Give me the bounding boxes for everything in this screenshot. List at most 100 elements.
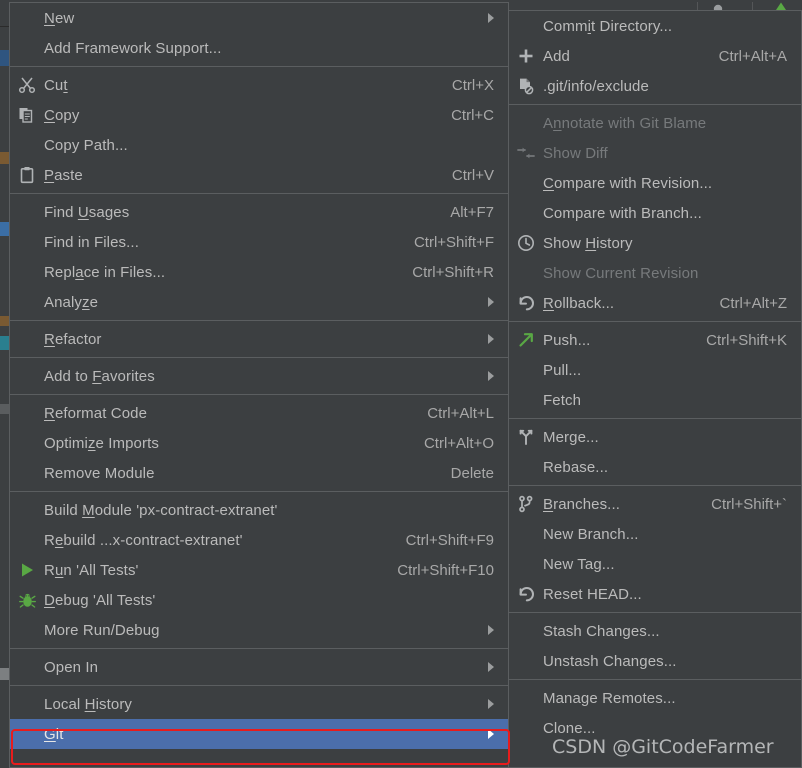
menu-item-label: Remove Module	[44, 464, 155, 482]
menu-item-label: Rebuild ...x-contract-extranet'	[44, 531, 243, 549]
icon-slot-empty	[509, 646, 543, 676]
menu-item-label: Find in Files...	[44, 233, 139, 251]
menu-item-analyze[interactable]: Analyze	[10, 287, 508, 317]
submenu-chevron-right-icon	[488, 662, 494, 672]
bg-mark	[0, 404, 9, 414]
menu-item-reformat-code[interactable]: Reformat Code Ctrl+Alt+L	[10, 398, 508, 428]
menu-item-add-framework-support[interactable]: Add Framework Support...	[10, 33, 508, 63]
menu-item-unstash-changes[interactable]: Unstash Changes...	[509, 646, 801, 676]
menu-item-commit-directory[interactable]: Commit Directory...	[509, 11, 801, 41]
icon-slot-empty	[509, 519, 543, 549]
menu-item-label: Rebase...	[543, 458, 609, 476]
menu-item-compare-with-branch[interactable]: Compare with Branch...	[509, 198, 801, 228]
menu-item-new[interactable]: New	[10, 3, 508, 33]
menu-separator	[509, 485, 801, 486]
menu-item-annotate-with-git-blame: Annotate with Git Blame	[509, 108, 801, 138]
menu-item-reset-head[interactable]: Reset HEAD...	[509, 579, 801, 609]
menu-item-find-usages[interactable]: Find Usages Alt+F7	[10, 197, 508, 227]
menu-item-open-in[interactable]: Open In	[10, 652, 508, 682]
menu-item-shortcut: Ctrl+Shift+F10	[397, 561, 494, 579]
menu-separator	[10, 685, 508, 686]
menu-item-label: Analyze	[44, 293, 99, 311]
icon-slot-empty	[10, 257, 44, 287]
icon-slot-empty	[509, 11, 543, 41]
submenu-chevron-right-icon	[488, 625, 494, 635]
clock-icon	[509, 228, 543, 258]
menu-item-pull[interactable]: Pull...	[509, 355, 801, 385]
menu-item-label: Copy	[44, 106, 80, 124]
menu-item-local-history[interactable]: Local History	[10, 689, 508, 719]
menu-item-run-all-tests[interactable]: Run 'All Tests' Ctrl+Shift+F10	[10, 555, 508, 585]
debug-bug-icon	[10, 585, 44, 615]
copy-icon	[10, 100, 44, 130]
rollback-arrow-icon	[509, 288, 543, 318]
menu-item-more-run-debug[interactable]: More Run/Debug	[10, 615, 508, 645]
menu-item-label: Replace in Files...	[44, 263, 166, 281]
menu-item-label: Commit Directory...	[543, 17, 673, 35]
menu-item-label: Clone...	[543, 719, 596, 737]
menu-item-label: Fetch	[543, 391, 582, 409]
icon-slot-empty	[509, 198, 543, 228]
menu-item-new-tag[interactable]: New Tag...	[509, 549, 801, 579]
menu-item-label: New Tag...	[543, 555, 615, 573]
menu-item-push[interactable]: Push... Ctrl+Shift+K	[509, 325, 801, 355]
menu-item-merge[interactable]: Merge...	[509, 422, 801, 452]
submenu-chevron-right-icon	[488, 371, 494, 381]
menu-separator	[10, 357, 508, 358]
branch-icon	[509, 489, 543, 519]
menu-item-debug-all-tests[interactable]: Debug 'All Tests'	[10, 585, 508, 615]
menu-item-rebase[interactable]: Rebase...	[509, 452, 801, 482]
menu-item-label: Compare with Revision...	[543, 174, 713, 192]
icon-slot-empty	[509, 452, 543, 482]
icon-slot-empty	[509, 355, 543, 385]
menu-item-label: Open In	[44, 658, 99, 676]
menu-item-find-in-files[interactable]: Find in Files... Ctrl+Shift+F	[10, 227, 508, 257]
submenu-chevron-right-icon	[488, 13, 494, 23]
menu-item-rebuild-x-contract-extranet[interactable]: Rebuild ...x-contract-extranet' Ctrl+Shif…	[10, 525, 508, 555]
menu-item-refactor[interactable]: Refactor	[10, 324, 508, 354]
menu-item-label: Run 'All Tests'	[44, 561, 139, 579]
icon-slot-empty	[509, 258, 543, 288]
menu-item-shortcut: Ctrl+Alt+O	[423, 434, 494, 452]
menu-item-label: Cut	[44, 76, 68, 94]
menu-item-new-branch[interactable]: New Branch...	[509, 519, 801, 549]
menu-item-clone[interactable]: Clone...	[509, 713, 801, 743]
menu-item-git[interactable]: Git	[10, 719, 508, 749]
menu-item-label: Reformat Code	[44, 404, 148, 422]
bg-mark	[0, 316, 9, 326]
bg-mark	[0, 152, 9, 164]
menu-item-label: Branches...	[543, 495, 620, 513]
icon-slot-empty	[10, 197, 44, 227]
menu-item-replace-in-files[interactable]: Replace in Files... Ctrl+Shift+R	[10, 257, 508, 287]
menu-item-show-history[interactable]: Show History	[509, 228, 801, 258]
menu-item-remove-module[interactable]: Remove Module Delete	[10, 458, 508, 488]
menu-item-label: .git/info/exclude	[543, 77, 649, 95]
git-submenu[interactable]: Commit Directory... Add Ctrl+Alt+A .git/i…	[508, 10, 802, 768]
menu-separator	[10, 193, 508, 194]
menu-item-stash-changes[interactable]: Stash Changes...	[509, 616, 801, 646]
menu-item-copy-path[interactable]: Copy Path...	[10, 130, 508, 160]
menu-item-paste[interactable]: Paste Ctrl+V	[10, 160, 508, 190]
menu-item-add-to-favorites[interactable]: Add to Favorites	[10, 361, 508, 391]
menu-item-fetch[interactable]: Fetch	[509, 385, 801, 415]
menu-item-build-module-px-contract-extranet[interactable]: Build Module 'px-contract-extranet'	[10, 495, 508, 525]
menu-separator	[509, 418, 801, 419]
menu-item-add[interactable]: Add Ctrl+Alt+A	[509, 41, 801, 71]
menu-item-label: Merge...	[543, 428, 599, 446]
project-view-context-menu[interactable]: New Add Framework Support... Cut Ctrl+X Co…	[9, 2, 509, 768]
icon-slot-empty	[10, 719, 44, 749]
menu-item-compare-with-revision[interactable]: Compare with Revision...	[509, 168, 801, 198]
menu-separator	[10, 394, 508, 395]
menu-item-label: Stash Changes...	[543, 622, 660, 640]
menu-item-copy[interactable]: Copy Ctrl+C	[10, 100, 508, 130]
menu-item-rollback[interactable]: Rollback... Ctrl+Alt+Z	[509, 288, 801, 318]
menu-item-cut[interactable]: Cut Ctrl+X	[10, 70, 508, 100]
menu-item-git-info-exclude[interactable]: .git/info/exclude	[509, 71, 801, 101]
menu-item-optimize-imports[interactable]: Optimize Imports Ctrl+Alt+O	[10, 428, 508, 458]
menu-separator	[10, 648, 508, 649]
menu-item-label: Show Current Revision	[543, 264, 699, 282]
menu-item-label: Paste	[44, 166, 83, 184]
menu-item-manage-remotes[interactable]: Manage Remotes...	[509, 683, 801, 713]
menu-item-show-diff: Show Diff	[509, 138, 801, 168]
menu-item-branches[interactable]: Branches... Ctrl+Shift+`	[509, 489, 801, 519]
